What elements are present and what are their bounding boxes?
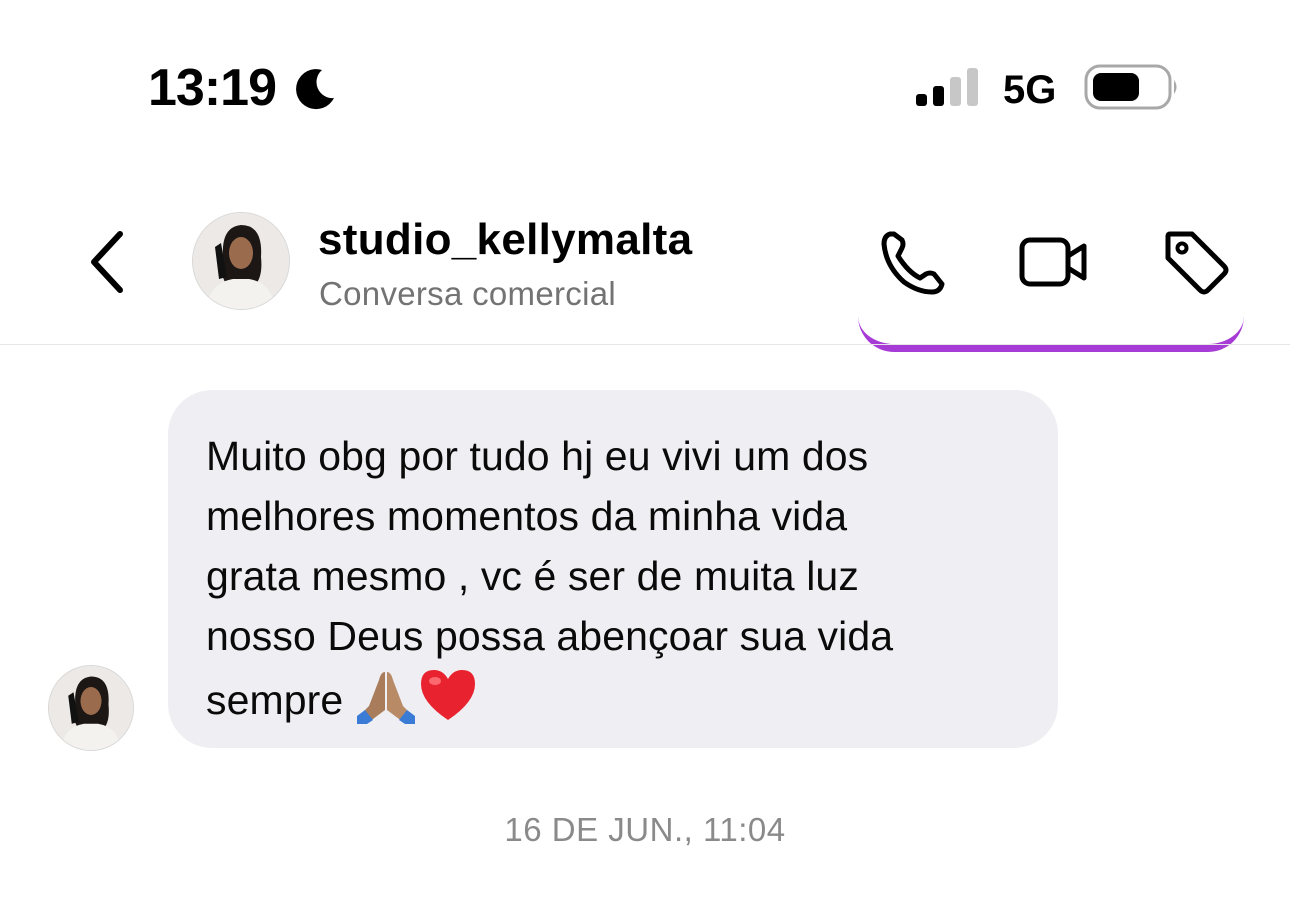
chat-subtitle: Conversa comercial bbox=[319, 275, 617, 312]
moon-icon bbox=[296, 69, 334, 110]
video-camera-icon[interactable] bbox=[1018, 226, 1090, 298]
message-text-container: Muito obg por tudo hj eu vivi um dos mel… bbox=[206, 426, 1028, 730]
network-type: 5G bbox=[1003, 68, 1057, 112]
header-divider bbox=[0, 344, 1290, 345]
signal-icon bbox=[916, 68, 978, 106]
message-text: Muito obg por tudo hj eu vivi um dos mel… bbox=[206, 433, 894, 723]
chat-username[interactable]: studio_kellymalta bbox=[318, 214, 692, 266]
profile-photo bbox=[49, 666, 133, 750]
status-time: 13:19 bbox=[148, 59, 277, 117]
avatar[interactable] bbox=[192, 212, 290, 310]
praying-hands-emoji bbox=[356, 672, 415, 724]
received-message-bubble[interactable]: Muito obg por tudo hj eu vivi um dos mel… bbox=[168, 390, 1058, 748]
profile-photo bbox=[193, 213, 289, 309]
chat-header: studio_kellymalta Conversa comercial bbox=[0, 190, 1290, 345]
phone-icon[interactable] bbox=[876, 226, 948, 298]
avatar[interactable] bbox=[48, 665, 134, 751]
back-chevron-icon[interactable] bbox=[82, 226, 134, 298]
tag-icon[interactable] bbox=[1160, 226, 1232, 298]
battery-icon bbox=[1084, 64, 1177, 110]
status-bar: 13:19 5G bbox=[0, 0, 1290, 150]
red-heart-emoji bbox=[420, 670, 475, 720]
message-timestamp: 16 DE JUN., 11:04 bbox=[504, 811, 786, 848]
